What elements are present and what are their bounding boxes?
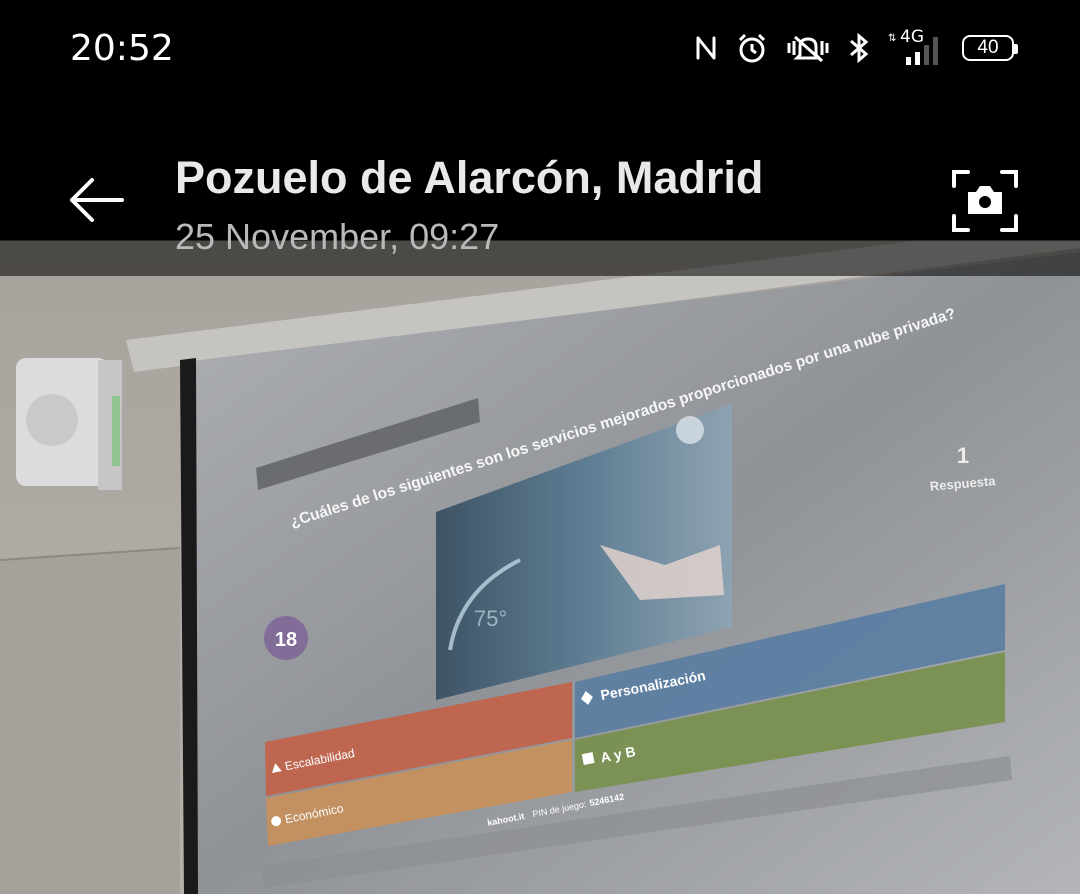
location-title: Pozuelo de Alarcón, Madrid [175, 152, 764, 203]
photo-view[interactable]: ¿Cuáles de los siguientes son los servic… [0, 240, 1080, 894]
timer-value: 18 [275, 629, 297, 651]
wall-corner [0, 548, 180, 894]
square-shape-icon [581, 752, 595, 766]
image-overlay-text: 75° [474, 606, 507, 631]
back-arrow-icon[interactable] [66, 175, 126, 225]
signal-icon: 4G ⇅ [888, 27, 944, 65]
bluetooth-icon [850, 32, 869, 64]
lens-camera-icon[interactable] [952, 170, 1018, 232]
battery-level: 40 [977, 37, 999, 58]
answers-count: 1 [957, 443, 969, 468]
speaker [16, 358, 122, 490]
battery-icon: 40 [962, 35, 1018, 61]
network-label: 4G [900, 27, 924, 47]
header-bar: Pozuelo de Alarcón, Madrid 25 November, … [0, 100, 1080, 276]
status-time: 20:52 [70, 28, 174, 69]
status-bar: 20:52 4G ⇅ 40 [0, 0, 1080, 100]
vibrate-icon [787, 35, 829, 63]
alarm-icon [738, 33, 766, 63]
date-subtitle: 25 November, 09:27 [175, 216, 500, 257]
status-icons: 4G ⇅ 40 [694, 27, 1018, 68]
nfc-icon [696, 36, 716, 60]
